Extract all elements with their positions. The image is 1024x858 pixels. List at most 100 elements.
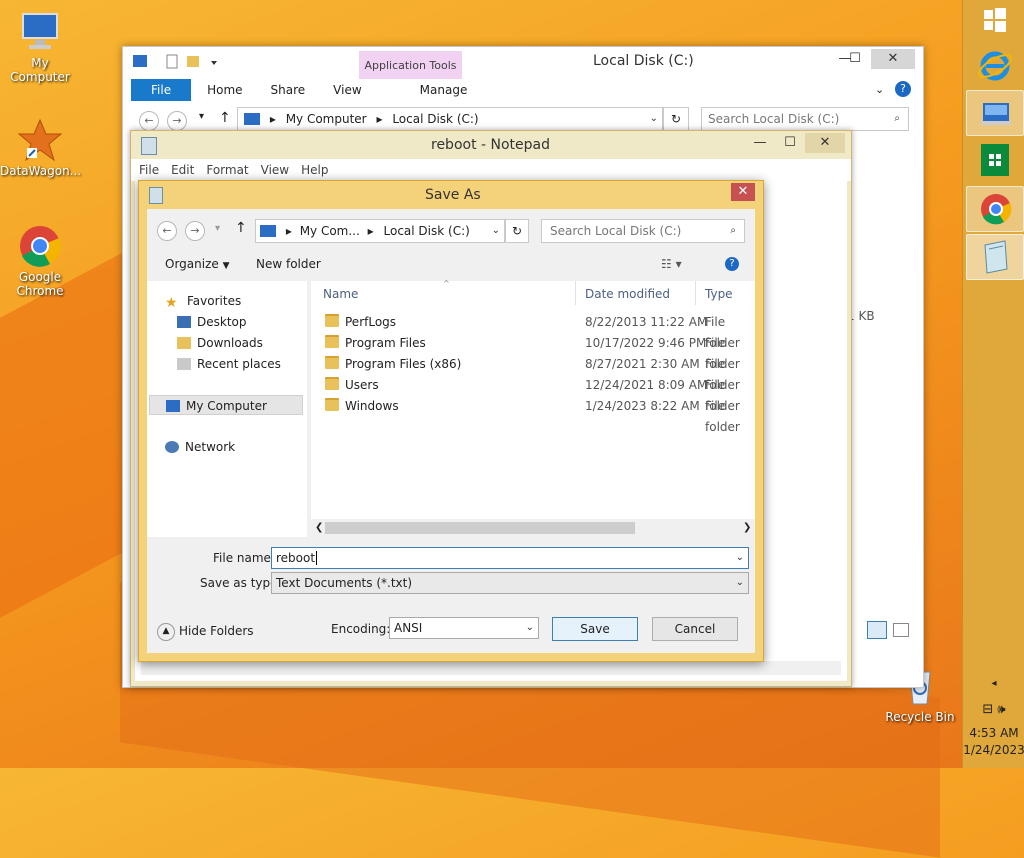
store-icon	[981, 144, 1009, 176]
desktop-icon-datawagon[interactable]: DataWagon...	[0, 118, 81, 178]
new-folder-button[interactable]: New folder	[256, 257, 321, 271]
nav-my-computer[interactable]: My Computer	[149, 395, 303, 415]
address-dropdown-icon[interactable]: ⌄	[650, 108, 658, 130]
column-type[interactable]: Type	[705, 287, 733, 301]
desktop-icon-label: My Computer	[10, 56, 70, 84]
file-row[interactable]: Windows 1/24/2023 8:22 AM File folder	[315, 396, 755, 434]
address-dropdown-icon[interactable]: ⌄	[492, 220, 500, 242]
tab-file[interactable]: File	[131, 79, 192, 101]
tab-share[interactable]: Share	[257, 79, 320, 101]
taskbar-store-button[interactable]	[966, 138, 1022, 182]
taskbar-notepad-button[interactable]	[966, 234, 1024, 280]
forward-icon[interactable]: →	[167, 111, 187, 131]
dialog-title: Save As	[425, 187, 481, 203]
menu-edit[interactable]: Edit	[167, 159, 202, 181]
tray-expand-icon[interactable]: ◂	[963, 678, 1024, 689]
close-button[interactable]: ✕	[871, 49, 915, 69]
encoding-label: Encoding:	[331, 622, 391, 636]
address-drive[interactable]: Local Disk (C:)	[392, 112, 478, 126]
cancel-button[interactable]: Cancel	[652, 617, 738, 641]
scrollbar-thumb[interactable]	[325, 522, 635, 534]
file-row[interactable]: Program Files 10/17/2022 9:46 PM File fo…	[315, 333, 755, 371]
desktop-icon-my-computer[interactable]: My Computer	[0, 10, 80, 84]
encoding-select[interactable]: ANSI ⌄	[389, 617, 539, 639]
large-icons-view-icon[interactable]	[893, 623, 909, 637]
desktop-icon-chrome[interactable]: Google Chrome	[0, 224, 80, 298]
column-name[interactable]: Name	[323, 287, 358, 301]
menu-format[interactable]: Format	[202, 159, 256, 181]
volume-icon[interactable]: 🕪	[997, 702, 1005, 717]
chrome-icon	[981, 194, 1012, 225]
explorer-search-input[interactable]: Search Local Disk (C:) ⌕	[701, 107, 909, 131]
taskbar-chrome-button[interactable]	[966, 186, 1024, 232]
file-row[interactable]: Program Files (x86) 8/27/2021 2:30 AM Fi…	[315, 354, 755, 392]
search-icon: ⌕	[730, 225, 736, 236]
hide-folders-button[interactable]: Hide Folders	[179, 624, 254, 638]
nav-network[interactable]: Network	[165, 437, 235, 457]
nav-recent-places[interactable]: Recent places	[177, 354, 281, 374]
up-icon[interactable]: ↑	[235, 220, 247, 236]
tab-home[interactable]: Home	[191, 79, 256, 101]
notepad-minimize-button[interactable]: —	[745, 133, 775, 153]
menu-help[interactable]: Help	[297, 159, 336, 181]
notepad-menu-bar: File Edit Format View Help	[131, 159, 851, 181]
dialog-address-bar[interactable]: ▸ My Com... ▸ Local Disk (C:) ⌄	[255, 219, 505, 243]
horizontal-scrollbar[interactable]: ❮ ❯	[311, 519, 755, 537]
sort-indicator-icon: ^	[443, 279, 450, 288]
nav-desktop[interactable]: Desktop	[177, 312, 247, 332]
network-tray-icon[interactable]: ⊟	[982, 702, 993, 717]
taskbar-ie-button[interactable]	[966, 44, 1022, 88]
notepad-title: reboot - Notepad	[431, 137, 551, 153]
chevron-down-icon: ▼	[222, 261, 230, 271]
menu-file[interactable]: File	[131, 159, 167, 181]
address-drive[interactable]: Local Disk (C:)	[384, 224, 470, 238]
details-view-icon[interactable]	[867, 621, 887, 639]
recent-locations-icon[interactable]: ▾	[199, 111, 204, 122]
ribbon-expand-icon[interactable]: ⌄	[875, 83, 884, 96]
notepad-maximize-button[interactable]: ☐	[775, 133, 805, 153]
up-icon[interactable]: ↑	[219, 110, 231, 126]
nav-favorites[interactable]: ★ Favorites	[165, 291, 241, 311]
scroll-left-icon[interactable]: ❮	[315, 522, 323, 533]
address-computer[interactable]: My Com...	[300, 224, 360, 238]
change-view-icon[interactable]: ☷ ▾	[661, 257, 682, 271]
dialog-close-button[interactable]: ✕	[731, 183, 755, 201]
nav-downloads[interactable]: Downloads	[177, 333, 263, 353]
back-icon[interactable]: ←	[157, 221, 177, 241]
organize-button[interactable]: Organize ▼	[165, 257, 230, 271]
column-date-modified[interactable]: Date modified	[585, 287, 670, 301]
computer-icon	[244, 113, 260, 125]
save-as-dialog[interactable]: Save As ✕ ← → ▾ ↑ ▸ My Com... ▸ Local Di…	[138, 180, 764, 662]
chevron-down-icon[interactable]: ⌄	[736, 548, 744, 568]
save-as-type-select[interactable]: Text Documents (*.txt) ⌄	[271, 572, 749, 594]
file-row[interactable]: Users 12/24/2021 8:09 AM File folder	[315, 375, 755, 413]
desktop-icon-label: Google Chrome	[16, 270, 64, 298]
maximize-button[interactable]: ☐	[835, 49, 875, 69]
help-icon[interactable]: ?	[725, 257, 739, 271]
file-row[interactable]: PerfLogs 8/22/2013 11:22 AM File folder	[315, 312, 755, 350]
menu-view[interactable]: View	[257, 159, 297, 181]
refresh-icon[interactable]: ↻	[505, 219, 529, 243]
notepad-scrollbar[interactable]	[141, 661, 841, 675]
refresh-icon[interactable]: ↻	[663, 107, 689, 131]
scroll-right-icon[interactable]: ❯	[743, 522, 751, 533]
hide-folders-icon[interactable]: ▲	[157, 623, 175, 641]
tab-view[interactable]: View	[319, 79, 375, 101]
forward-icon[interactable]: →	[185, 221, 205, 241]
chevron-down-icon: ⌄	[735, 577, 744, 588]
quick-access-toolbar[interactable]	[131, 53, 231, 71]
file-name-input[interactable]: reboot ⌄	[271, 547, 749, 569]
clock-time[interactable]: 4:53 AM	[963, 726, 1024, 740]
save-button[interactable]: Save	[552, 617, 638, 641]
back-icon[interactable]: ←	[139, 111, 159, 131]
clock-date[interactable]: 1/24/2023	[963, 743, 1024, 757]
tab-manage[interactable]: Manage	[394, 79, 494, 101]
help-icon[interactable]: ?	[895, 81, 911, 97]
address-computer[interactable]: My Computer	[286, 112, 367, 126]
notepad-close-button[interactable]: ✕	[805, 133, 845, 153]
taskbar-explorer-button[interactable]	[966, 90, 1024, 136]
start-button[interactable]	[966, 0, 1022, 44]
recent-locations-icon[interactable]: ▾	[215, 223, 220, 234]
dialog-search-input[interactable]: Search Local Disk (C:) ⌕	[541, 219, 745, 243]
explorer-address-bar[interactable]: ▸ My Computer ▸ Local Disk (C:) ⌄	[237, 107, 663, 131]
